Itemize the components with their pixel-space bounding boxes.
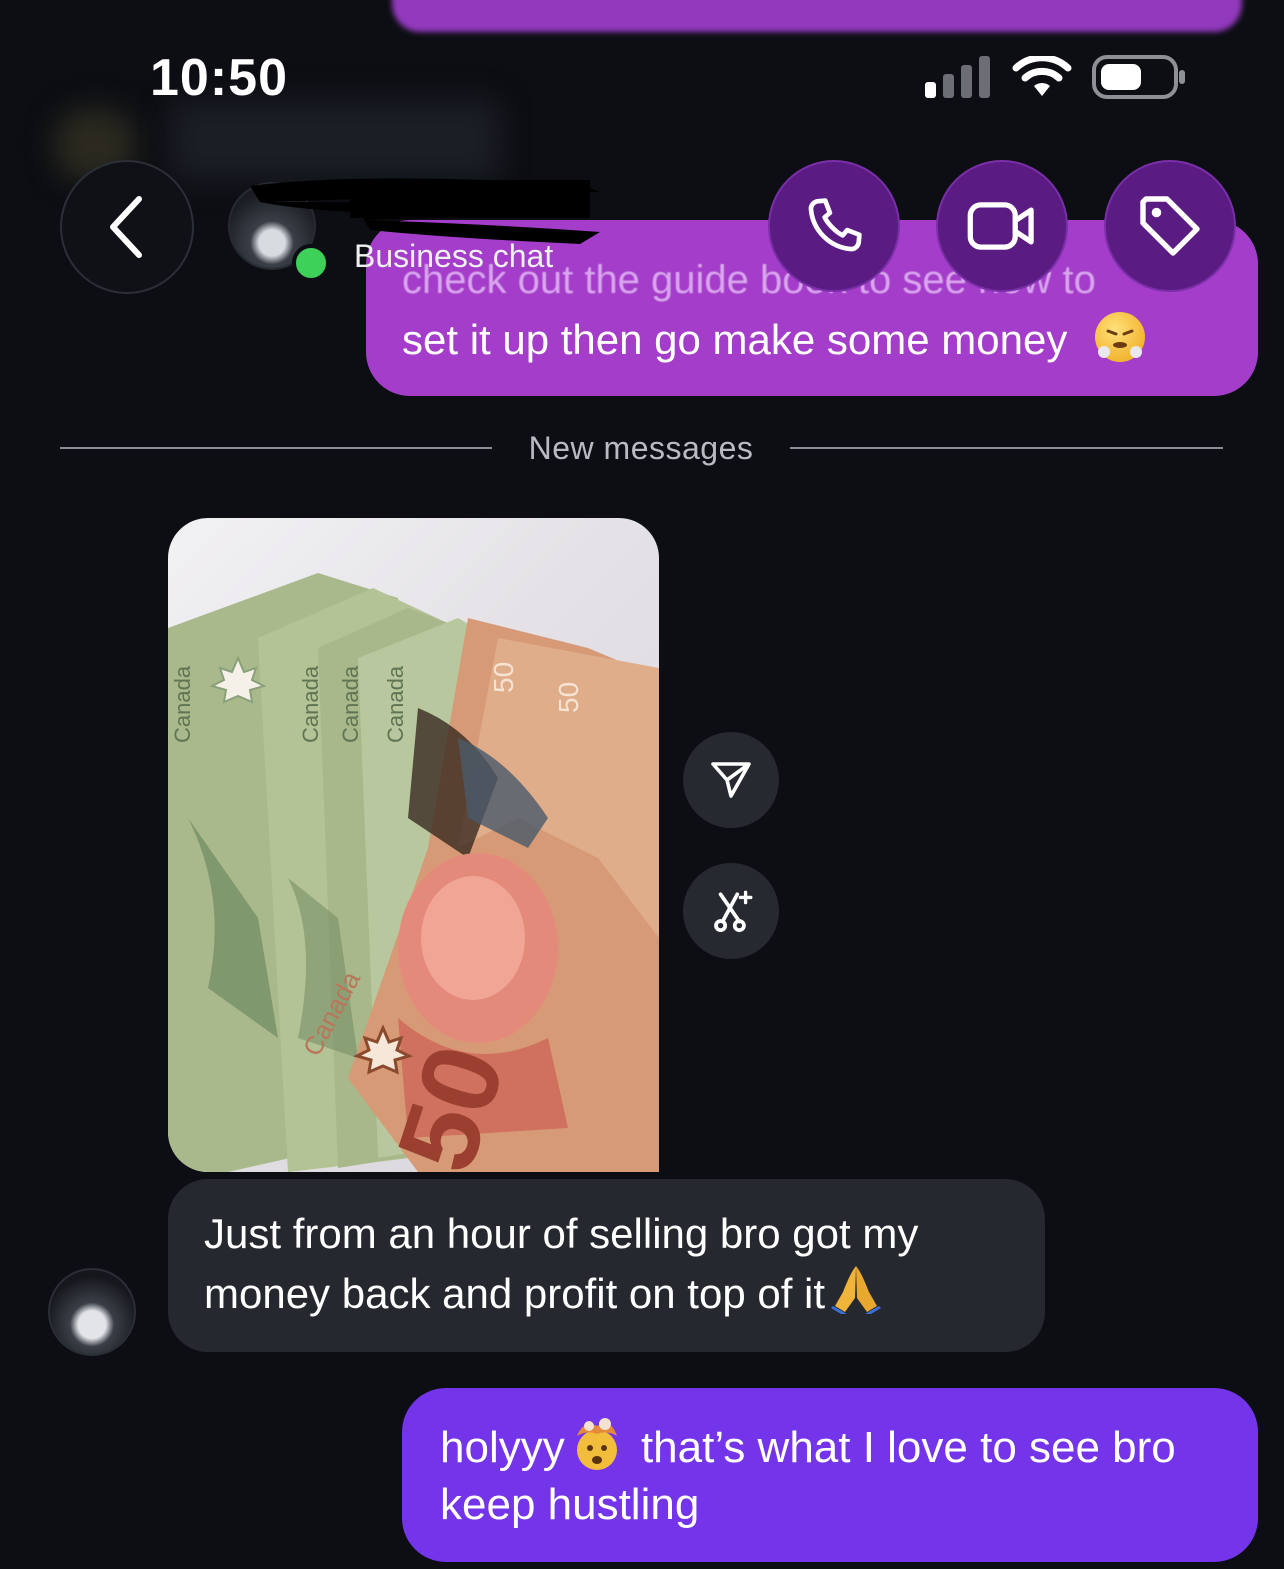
- face-with-steam-emoji: [1095, 312, 1146, 362]
- banknotes-photo: Canada Canada Canada Canada 50 50 Canada…: [168, 573, 659, 1172]
- audio-call-button[interactable]: [768, 160, 900, 292]
- reply-text-fragment: that’s what I love to see bro: [628, 1423, 1176, 1472]
- back-button[interactable]: [60, 160, 194, 294]
- folded-hands-emoji: [831, 1266, 882, 1314]
- reply-line-2: keep hustling: [440, 1480, 700, 1529]
- reply-text-fragment: holyyy: [440, 1423, 565, 1472]
- sender-avatar[interactable]: [48, 1268, 136, 1356]
- blurred-header-text: [170, 100, 500, 180]
- message-text-line-2: money back and profit on top of it: [204, 1262, 1009, 1322]
- outgoing-reply-bubble[interactable]: holyyy that’s what I love to see bro kee…: [402, 1388, 1258, 1562]
- status-time: 10:50: [150, 49, 288, 107]
- chevron-left-icon: [110, 196, 142, 258]
- tag-icon: [1140, 196, 1200, 256]
- battery-icon: [1092, 55, 1185, 99]
- wifi-icon: [1012, 56, 1072, 96]
- banknote-text: Canada: [383, 665, 408, 743]
- video-camera-icon: [967, 202, 1034, 250]
- message-text-line: set it up then go make some money: [402, 316, 1068, 363]
- banknote-text: Canada: [298, 665, 323, 743]
- message-text-fragment: money back and profit on top of it: [204, 1270, 826, 1317]
- remix-photo-button[interactable]: [683, 863, 779, 959]
- banknote-text: Canada: [338, 665, 363, 743]
- photo-message[interactable]: Canada Canada Canada Canada 50 50 Canada…: [168, 518, 659, 1172]
- incoming-message-bubble[interactable]: Just from an hour of selling bro got my …: [168, 1179, 1045, 1352]
- message-text-line: Just from an hour of selling bro got my: [204, 1210, 919, 1257]
- banknote-text: Canada: [170, 665, 195, 743]
- reply-line-1: holyyy that’s what I love to see bro: [440, 1416, 1220, 1476]
- video-call-button[interactable]: [936, 160, 1068, 292]
- remix-icon: [714, 890, 753, 933]
- phone-icon: [808, 198, 862, 252]
- new-messages-divider: New messages: [528, 430, 754, 466]
- divider-line-right: [790, 447, 1223, 449]
- banknote-value: 50: [553, 682, 584, 713]
- banknote-value: 50: [488, 662, 519, 693]
- contact-subtitle: Business chat: [354, 238, 554, 274]
- previous-message-bubble-top: [392, 0, 1242, 32]
- message-text: set it up then go make some money: [402, 312, 1146, 364]
- share-icon: [711, 762, 751, 798]
- share-photo-button[interactable]: [683, 732, 779, 828]
- label-chat-button[interactable]: [1104, 160, 1236, 292]
- cellular-signal-icon: [925, 56, 990, 98]
- exploding-head-emoji: [576, 1418, 617, 1470]
- divider-line-left: [60, 447, 492, 449]
